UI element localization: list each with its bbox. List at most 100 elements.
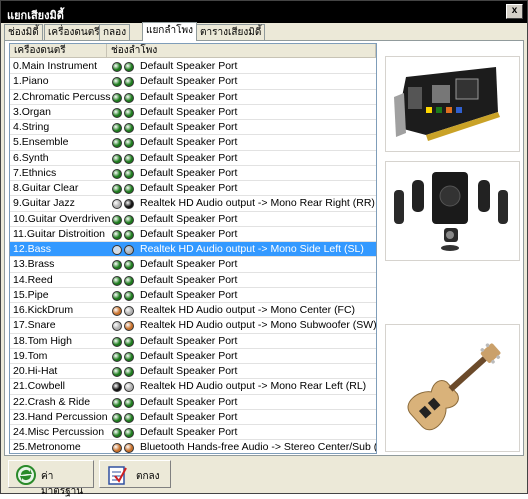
channel-indicator[interactable] — [111, 198, 137, 210]
channel-indicator[interactable] — [111, 183, 137, 195]
default-button[interactable]: ค่ามาตรฐาน — [8, 460, 94, 497]
list-header: เครื่องดนตรี ช่องลำโพง — [10, 44, 376, 58]
speaker-jack-icon — [112, 260, 122, 271]
close-button[interactable]: x — [506, 4, 523, 19]
speaker-port: Default Speaker Port — [140, 227, 238, 240]
speaker-port: Default Speaker Port — [140, 426, 238, 438]
list-row[interactable]: 22.Crash & Ride Default Speaker Port — [10, 395, 376, 410]
instrument-name: 18.Tom High — [13, 334, 72, 347]
instrument-name: 5.Ensemble — [13, 136, 69, 149]
list-row[interactable]: 2.Chromatic Percussion Default Speaker Po… — [10, 90, 376, 105]
list-row[interactable]: 15.Pipe Default Speaker Port — [10, 288, 376, 303]
channel-indicator[interactable] — [111, 336, 137, 348]
channel-indicator[interactable] — [111, 61, 137, 73]
tab-drum[interactable]: กลอง — [99, 24, 131, 41]
speaker-jack-icon — [124, 245, 134, 255]
speaker-jack-icon — [112, 397, 122, 408]
list-row[interactable]: 6.Synth Default Speaker Port — [10, 151, 376, 166]
channel-indicator[interactable] — [111, 214, 137, 226]
speaker-system-image — [385, 161, 520, 261]
list-row[interactable]: 3.Organ Default Speaker Port — [10, 105, 376, 120]
column-header-instrument[interactable]: เครื่องดนตรี — [10, 44, 107, 58]
list-row[interactable]: 23.Hand Percussion Default Speaker Port — [10, 410, 376, 425]
channel-indicator[interactable] — [111, 137, 137, 149]
channel-indicator[interactable] — [111, 168, 137, 180]
channel-indicator[interactable] — [111, 259, 137, 271]
channel-indicator[interactable] — [111, 153, 137, 165]
speaker-jack-icon — [124, 290, 134, 301]
instrument-name: 15.Pipe — [13, 288, 49, 301]
speaker-port: Realtek HD Audio output -> Mono Rear Lef… — [140, 380, 367, 393]
list-row[interactable]: 25.Metronome Bluetooth Hands-free Audio -… — [10, 440, 376, 453]
channel-indicator[interactable] — [111, 290, 137, 302]
channel-indicator[interactable] — [111, 320, 137, 332]
speaker-port: Default Speaker Port — [140, 151, 238, 164]
speaker-port: Realtek HD Audio output -> Mono Rear Rig… — [140, 197, 375, 210]
speaker-jack-icon — [112, 275, 122, 286]
channel-indicator[interactable] — [111, 366, 137, 378]
channel-indicator[interactable] — [111, 229, 137, 241]
list-row[interactable]: 8.Guitar Clear Default Speaker Port — [10, 181, 376, 197]
speaker-jack-icon — [112, 412, 122, 423]
ok-button[interactable]: ตกลง — [99, 460, 171, 488]
column-header-speaker-channel[interactable]: ช่องลำโพง — [107, 44, 376, 58]
speaker-jack-icon — [112, 153, 122, 164]
speaker-jack-icon — [112, 138, 122, 149]
tab-instrument[interactable]: เครื่องดนตรี — [44, 24, 104, 41]
channel-indicator[interactable] — [111, 381, 137, 393]
list-row[interactable]: 16.KickDrum Realtek HD Audio output -> Mo… — [10, 303, 376, 319]
speaker-jack-icon — [124, 107, 134, 118]
speaker-port: Default Speaker Port — [140, 136, 238, 149]
title-bar[interactable]: แยกเสียงมิดี้ x — [1, 1, 527, 23]
list-row[interactable]: 10.Guitar Overdriven Default Speaker Port — [10, 212, 376, 227]
instrument-name: 21.Cowbell — [13, 380, 65, 393]
instrument-name: 0.Main Instrument — [13, 60, 98, 72]
list-row[interactable]: 12.Bass Realtek HD Audio output -> Mono S… — [10, 242, 376, 258]
instrument-name: 1.Piano — [13, 75, 49, 88]
list-row[interactable]: 24.Misc Percussion Default Speaker Port — [10, 425, 376, 441]
list-row[interactable]: 9.Guitar Jazz Realtek HD Audio output -> … — [10, 196, 376, 212]
channel-indicator[interactable] — [111, 275, 137, 287]
tab-midi-channel[interactable]: ช่องมิดี้ — [4, 24, 43, 41]
channel-indicator[interactable] — [111, 412, 137, 424]
refresh-icon — [16, 465, 36, 485]
instrument-name: 19.Tom — [13, 349, 48, 362]
instrument-name: 22.Crash & Ride — [13, 395, 91, 408]
tab-speaker-split[interactable]: แยกลำโพง — [142, 22, 197, 41]
list-row[interactable]: 17.Snare Realtek HD Audio output -> Mono … — [10, 318, 376, 334]
speaker-jack-icon — [124, 443, 134, 453]
list-row[interactable]: 11.Guitar Distroition Default Speaker Por… — [10, 227, 376, 242]
list-row[interactable]: 7.Ethnics Default Speaker Port — [10, 166, 376, 181]
list-row[interactable]: 18.Tom High Default Speaker Port — [10, 334, 376, 349]
instrument-name: 11.Guitar Distroition — [13, 227, 106, 240]
list-row[interactable]: 1.Piano Default Speaker Port — [10, 74, 376, 90]
list-row[interactable]: 19.Tom Default Speaker Port — [10, 349, 376, 364]
list-row[interactable]: 21.Cowbell Realtek HD Audio output -> Mon… — [10, 379, 376, 395]
speaker-jack-icon — [112, 367, 122, 377]
channel-indicator[interactable] — [111, 427, 137, 439]
channel-indicator[interactable] — [111, 122, 137, 134]
speaker-port: Default Speaker Port — [140, 334, 238, 347]
channel-indicator[interactable] — [111, 351, 137, 363]
channel-indicator[interactable] — [111, 442, 137, 453]
list-row[interactable]: 4.String Default Speaker Port — [10, 120, 376, 136]
speaker-jack-icon — [112, 428, 122, 438]
list-row[interactable]: 5.Ensemble Default Speaker Port — [10, 135, 376, 151]
list-row[interactable]: 20.Hi-Hat Default Speaker Port — [10, 364, 376, 380]
channel-indicator[interactable] — [111, 397, 137, 409]
speaker-port: Default Speaker Port — [140, 273, 238, 286]
speaker-jack-icon — [112, 229, 122, 240]
tab-midi-sound-table[interactable]: ตารางเสียงมิดี้ — [196, 24, 266, 41]
channel-indicator[interactable] — [111, 76, 137, 88]
default-button-label: ค่ามาตรฐาน — [41, 471, 84, 497]
speaker-jack-icon — [112, 123, 122, 133]
channel-indicator[interactable] — [111, 92, 137, 104]
channel-indicator[interactable] — [111, 107, 137, 119]
channel-indicator[interactable] — [111, 305, 137, 317]
channel-indicator[interactable] — [111, 244, 137, 256]
list-row[interactable]: 13.Brass Default Speaker Port — [10, 257, 376, 273]
speaker-jack-icon — [112, 351, 122, 362]
list-row[interactable]: 0.Main Instrument Default Speaker Port — [10, 59, 376, 75]
instrument-port-list[interactable]: เครื่องดนตรี ช่องลำโพง 0.Main Instrument… — [9, 43, 377, 454]
list-row[interactable]: 14.Reed Default Speaker Port — [10, 273, 376, 288]
